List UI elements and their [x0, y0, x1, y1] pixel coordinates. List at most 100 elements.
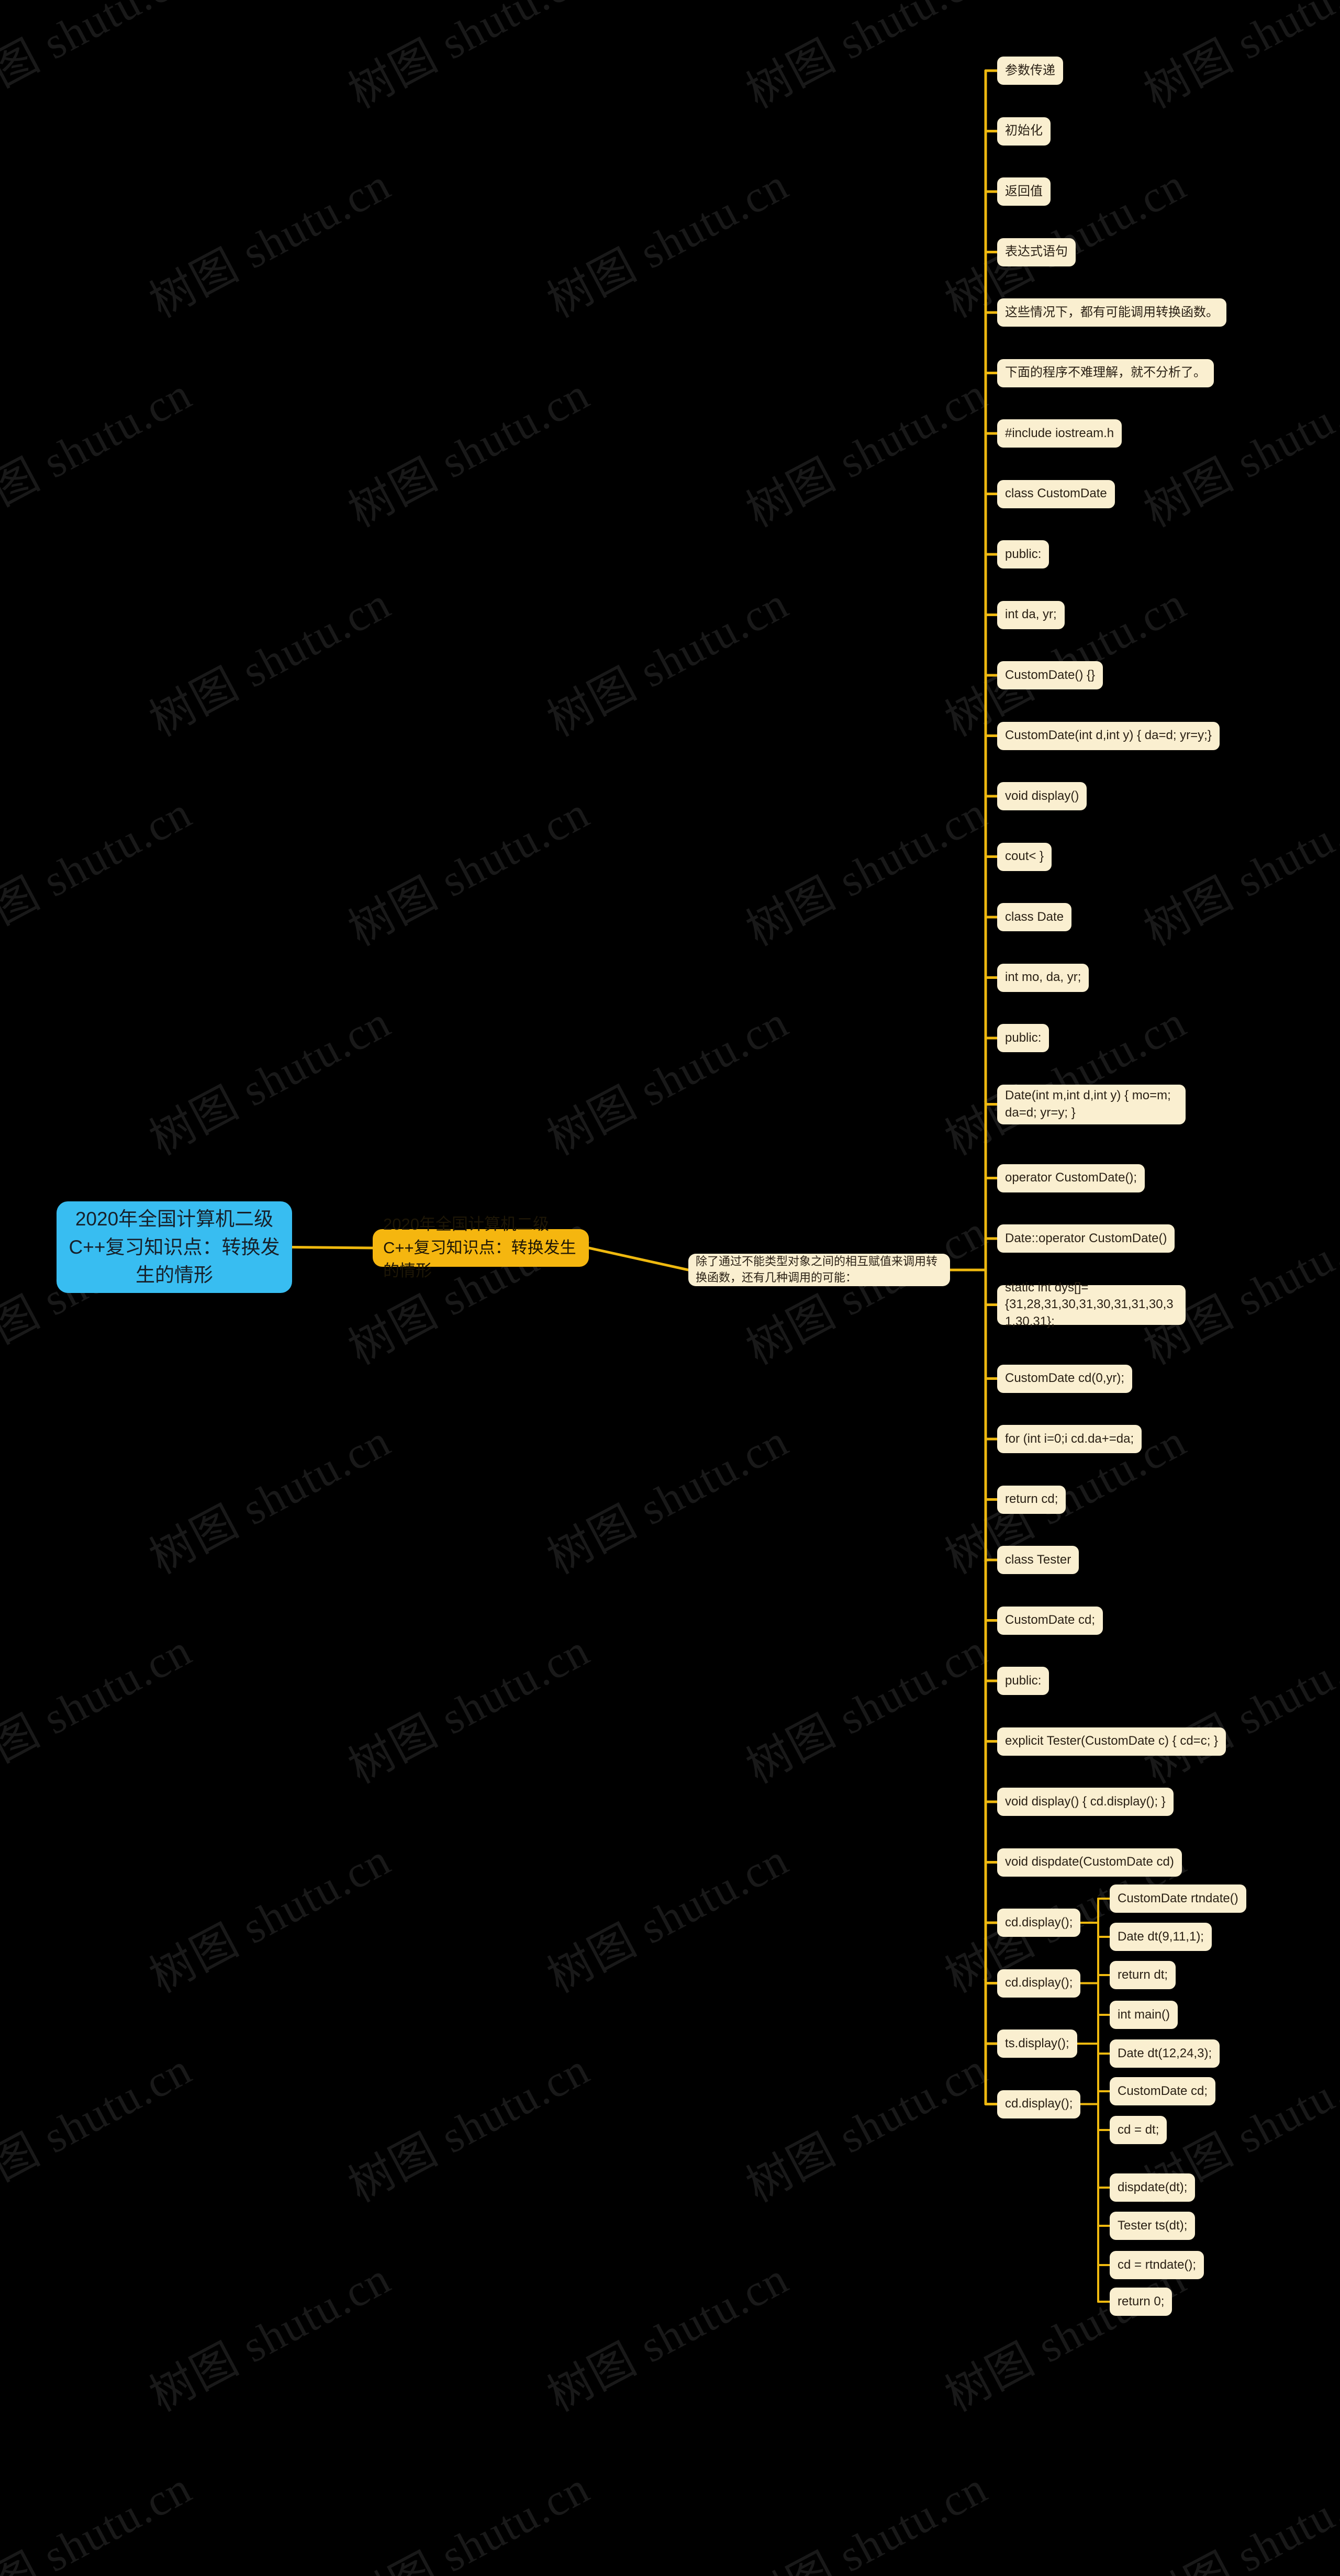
- watermark-text: 树图 shutu.cn: [738, 0, 996, 118]
- watermark-text: 树图 shutu.cn: [1335, 1834, 1340, 2003]
- branch-node-14[interactable]: class Date: [997, 903, 1072, 931]
- watermark-text: 树图 shutu.cn: [0, 368, 200, 537]
- watermark-text: 树图 shutu.cn: [738, 2462, 996, 2576]
- node-label: return cd;: [1005, 1492, 1058, 1507]
- branch-node-10[interactable]: CustomDate() {}: [997, 661, 1103, 689]
- branch-node-0[interactable]: 参数传递: [997, 57, 1063, 85]
- watermark-text: 树图 shutu.cn: [0, 1624, 200, 1793]
- branch-node-6[interactable]: #include iostream.h: [997, 419, 1122, 448]
- branch-node-19[interactable]: Date::operator CustomDate(): [997, 1224, 1175, 1253]
- watermark-text: 树图 shutu.cn: [141, 159, 399, 328]
- branch-node-9[interactable]: int da, yr;: [997, 600, 1065, 629]
- branch-node-26[interactable]: public:: [997, 1667, 1049, 1695]
- watermark-text: 树图 shutu.cn: [1136, 787, 1340, 956]
- level3-node[interactable]: 除了通过不能类型对象之间的相互赋值来调用转换函数，还有几种调用的可能：: [688, 1254, 950, 1286]
- watermark-text: 树图 shutu.cn: [539, 1415, 797, 1584]
- branch-node-29[interactable]: void dispdate(CustomDate cd): [997, 1848, 1182, 1877]
- node-label: CustomDate(int d,int y) { da=d; yr=y;}: [1005, 728, 1212, 743]
- sub-node-31-0[interactable]: dispdate(dt);: [1110, 2173, 1196, 2202]
- watermark-text: 树图 shutu.cn: [1335, 2252, 1340, 2422]
- sub-node-31-1[interactable]: Tester ts(dt);: [1110, 2212, 1196, 2240]
- node-label: class CustomDate: [1005, 486, 1107, 501]
- branch-node-31[interactable]: cd.display();: [997, 1969, 1081, 1998]
- watermark-text: 树图 shutu.cn: [141, 2252, 399, 2422]
- branch-node-18[interactable]: operator CustomDate();: [997, 1164, 1145, 1192]
- node-label: Tester ts(dt);: [1118, 2218, 1188, 2233]
- node-label: Date(int m,int d,int y) { mo=m; da=d; yr…: [1005, 1088, 1175, 1120]
- branch-node-1[interactable]: 初始化: [997, 117, 1051, 146]
- branch-node-25[interactable]: CustomDate cd;: [997, 1606, 1103, 1635]
- branch-node-13[interactable]: cout< }: [997, 842, 1052, 871]
- watermark-text: 树图 shutu.cn: [340, 0, 598, 118]
- node-label: 除了通过不能类型对象之间的相互赋值来调用转换函数，还有几种调用的可能：: [696, 1255, 938, 1284]
- branch-node-22[interactable]: for (int i=0;i cd.da+=da;: [997, 1425, 1142, 1453]
- node-label: CustomDate cd(0,yr);: [1005, 1371, 1125, 1386]
- sub-node-30-4[interactable]: Date dt(12,24,3);: [1110, 2039, 1220, 2068]
- branch-node-15[interactable]: int mo, da, yr;: [997, 963, 1089, 992]
- branch-node-33[interactable]: cd.display();: [997, 2090, 1081, 2118]
- branch-node-28[interactable]: void display() { cd.display(); }: [997, 1788, 1174, 1816]
- node-label: public:: [1005, 1673, 1042, 1688]
- root-node[interactable]: 2020年全国计算机二级C++复习知识点：转换发生的情形: [57, 1201, 292, 1293]
- branch-node-7[interactable]: class CustomDate: [997, 479, 1115, 508]
- node-label: Date::operator CustomDate(): [1005, 1231, 1167, 1245]
- watermark-text: 树图 shutu.cn: [539, 1834, 797, 2003]
- node-label: 2020年全国计算机二级C++复习知识点：转换发生的情形: [69, 1208, 280, 1286]
- sub-node-30-0[interactable]: CustomDate rtndate(): [1110, 1884, 1246, 1913]
- node-label: Date dt(12,24,3);: [1118, 2046, 1212, 2060]
- watermark-text: 树图 shutu.cn: [0, 0, 200, 118]
- branch-node-24[interactable]: class Tester: [997, 1546, 1079, 1574]
- node-label: 2020年全国计算机二级C++复习知识点：转换发生的情形: [383, 1214, 576, 1280]
- branch-node-12[interactable]: void display(): [997, 782, 1087, 810]
- branch-node-20[interactable]: static int dys[]={31,28,31,30,31,30,31,3…: [997, 1280, 1186, 1329]
- node-label: 初始化: [1005, 124, 1043, 138]
- branch-node-11[interactable]: CustomDate(int d,int y) { da=d; yr=y;}: [997, 721, 1220, 750]
- node-label: 返回值: [1005, 184, 1043, 198]
- watermark-text: 树图 shutu.cn: [937, 996, 1194, 1165]
- watermark-text: 树图 shutu.cn: [738, 2043, 996, 2212]
- node-label: cd = dt;: [1118, 2122, 1159, 2137]
- node-label: void display() { cd.display(); }: [1005, 1794, 1166, 1809]
- watermark-text: 树图 shutu.cn: [539, 577, 797, 746]
- watermark-text: 树图 shutu.cn: [1335, 577, 1340, 746]
- node-label: ts.display();: [1005, 2036, 1069, 2050]
- watermark-text: 树图 shutu.cn: [340, 1624, 598, 1793]
- node-label: 参数传递: [1005, 63, 1055, 77]
- sub-node-33-0[interactable]: return 0;: [1110, 2288, 1172, 2316]
- watermark-text: 树图 shutu.cn: [340, 2043, 598, 2212]
- branch-node-32[interactable]: ts.display();: [997, 2029, 1077, 2058]
- branch-node-27[interactable]: explicit Tester(CustomDate c) { cd=c; }: [997, 1727, 1226, 1756]
- branch-node-5[interactable]: 下面的程序不难理解，就不分析了。: [997, 359, 1214, 387]
- sub-node-30-1[interactable]: Date dt(9,11,1);: [1110, 1923, 1212, 1951]
- sub-node-30-2[interactable]: return dt;: [1110, 1961, 1176, 1989]
- node-label: CustomDate rtndate(): [1118, 1891, 1238, 1905]
- branch-node-30[interactable]: cd.display();: [997, 1909, 1081, 1937]
- branch-node-2[interactable]: 返回值: [997, 177, 1051, 206]
- watermark-text: 树图 shutu.cn: [539, 2252, 797, 2422]
- watermark-text: 树图 shutu.cn: [141, 996, 399, 1165]
- branch-node-4[interactable]: 这些情况下，都有可能调用转换函数。: [997, 298, 1226, 327]
- watermark-text: 树图 shutu.cn: [1335, 1415, 1340, 1584]
- node-label: void display(): [1005, 788, 1079, 803]
- branch-node-23[interactable]: return cd;: [997, 1485, 1066, 1514]
- sub-node-30-5[interactable]: CustomDate cd;: [1110, 2077, 1216, 2105]
- sub-node-30-3[interactable]: int main(): [1110, 2001, 1178, 2029]
- mindmap-canvas: 树图 shutu.cn 树图 shutu.cn 树图 shutu.cn 树图 shut…: [0, 0, 1340, 2576]
- watermark-text: 树图 shutu.cn: [141, 1834, 399, 2003]
- node-label: cd.display();: [1005, 1976, 1073, 1990]
- watermark-text: 树图 shutu.cn: [0, 2462, 200, 2576]
- node-label: static int dys[]={31,28,31,30,31,30,31,3…: [1005, 1280, 1174, 1329]
- branch-node-17[interactable]: Date(int m,int d,int y) { mo=m; da=d; yr…: [997, 1084, 1186, 1124]
- node-label: 表达式语句: [1005, 244, 1068, 259]
- watermark-text: 树图 shutu.cn: [1136, 1624, 1340, 1793]
- level2-node[interactable]: 2020年全国计算机二级C++复习知识点：转换发生的情形: [373, 1215, 589, 1280]
- branch-node-8[interactable]: public:: [997, 540, 1049, 568]
- sub-node-30-6[interactable]: cd = dt;: [1110, 2116, 1167, 2144]
- branch-node-21[interactable]: CustomDate cd(0,yr);: [997, 1364, 1133, 1393]
- sub-node-32-0[interactable]: cd = rtndate();: [1110, 2251, 1204, 2279]
- branch-node-16[interactable]: public:: [997, 1024, 1049, 1052]
- node-label: return dt;: [1118, 1967, 1168, 1982]
- branch-node-3[interactable]: 表达式语句: [997, 238, 1076, 266]
- node-label: public:: [1005, 547, 1042, 561]
- node-label: void dispdate(CustomDate cd): [1005, 1855, 1174, 1869]
